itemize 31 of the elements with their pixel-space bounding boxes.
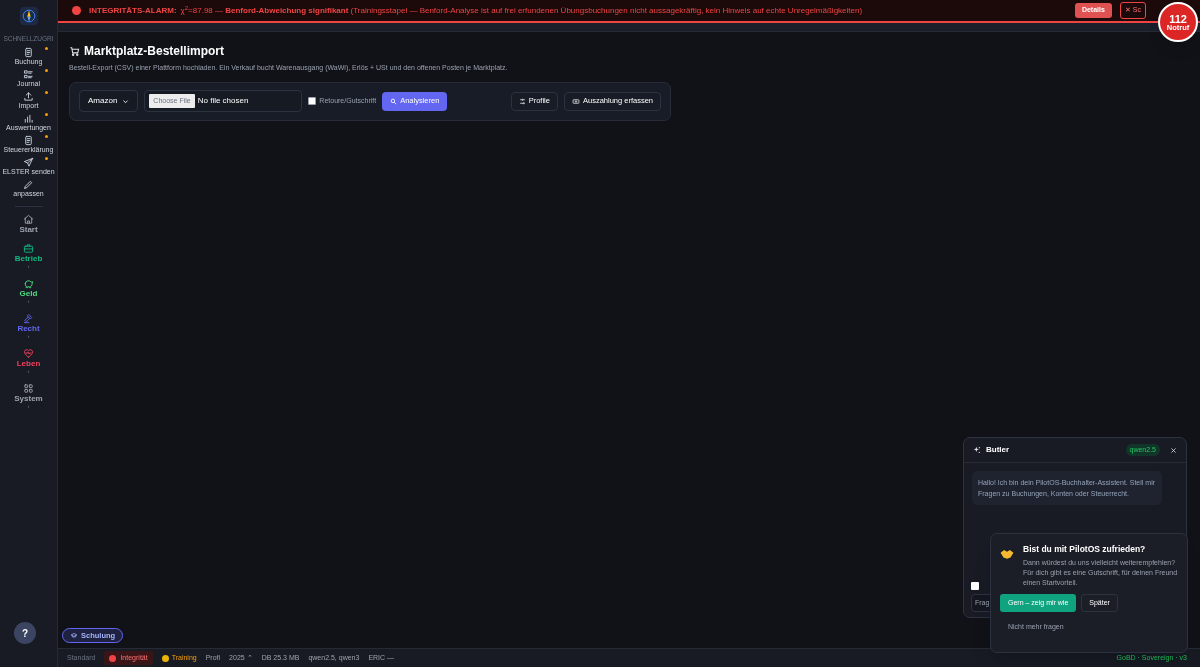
- list-icon: [23, 68, 34, 80]
- grid-icon: [23, 382, 34, 394]
- document-icon: [23, 134, 34, 146]
- briefcase-icon: [23, 242, 34, 254]
- gavel-icon: [23, 312, 34, 324]
- piggy-bank-icon: [23, 277, 34, 289]
- alarm-title: INTEGRITÄTS-ALARM:: [89, 4, 177, 17]
- sliders-icon: [518, 97, 526, 105]
- file-status: No file chosen: [197, 95, 249, 107]
- return-checkbox[interactable]: [308, 97, 317, 105]
- banknote-icon: [571, 97, 580, 105]
- paper-plane-icon: [23, 156, 34, 168]
- close-icon: [1170, 446, 1177, 454]
- compass-logo-icon: [18, 6, 39, 26]
- heart-pulse-icon: [23, 347, 34, 359]
- bar-chart-icon: [23, 112, 34, 124]
- alarm-message: χ$^{2}$=87.98 — Benford-Abweichung signifikant (Trainingsstapel — Benford-Analyse ist auf frei erfundenen Übungsbuchungen nicht aussagekräftig, kein Hinweis auf echte Unregelmäßigkeiten): [180, 4, 864, 17]
- sparkle-icon: [973, 446, 981, 454]
- chat-checkbox[interactable]: [971, 582, 979, 590]
- page-title: Marktplatz-Bestellimport: [84, 43, 225, 60]
- chat-title: Butler: [986, 444, 1010, 456]
- cart-icon: [69, 45, 80, 57]
- search-icon: [390, 97, 398, 105]
- close-button[interactable]: [1170, 446, 1177, 454]
- upload-icon: [23, 90, 34, 102]
- survey-title: Bist du mit PilotOS zufrieden?: [1023, 543, 1147, 556]
- platform-dropdown[interactable]: Amazon: [79, 90, 139, 112]
- document-icon: [23, 46, 34, 58]
- pencil-icon: [23, 178, 34, 190]
- sidebar-item[interactable]: Start: [0, 212, 58, 235]
- home-icon: [23, 213, 34, 225]
